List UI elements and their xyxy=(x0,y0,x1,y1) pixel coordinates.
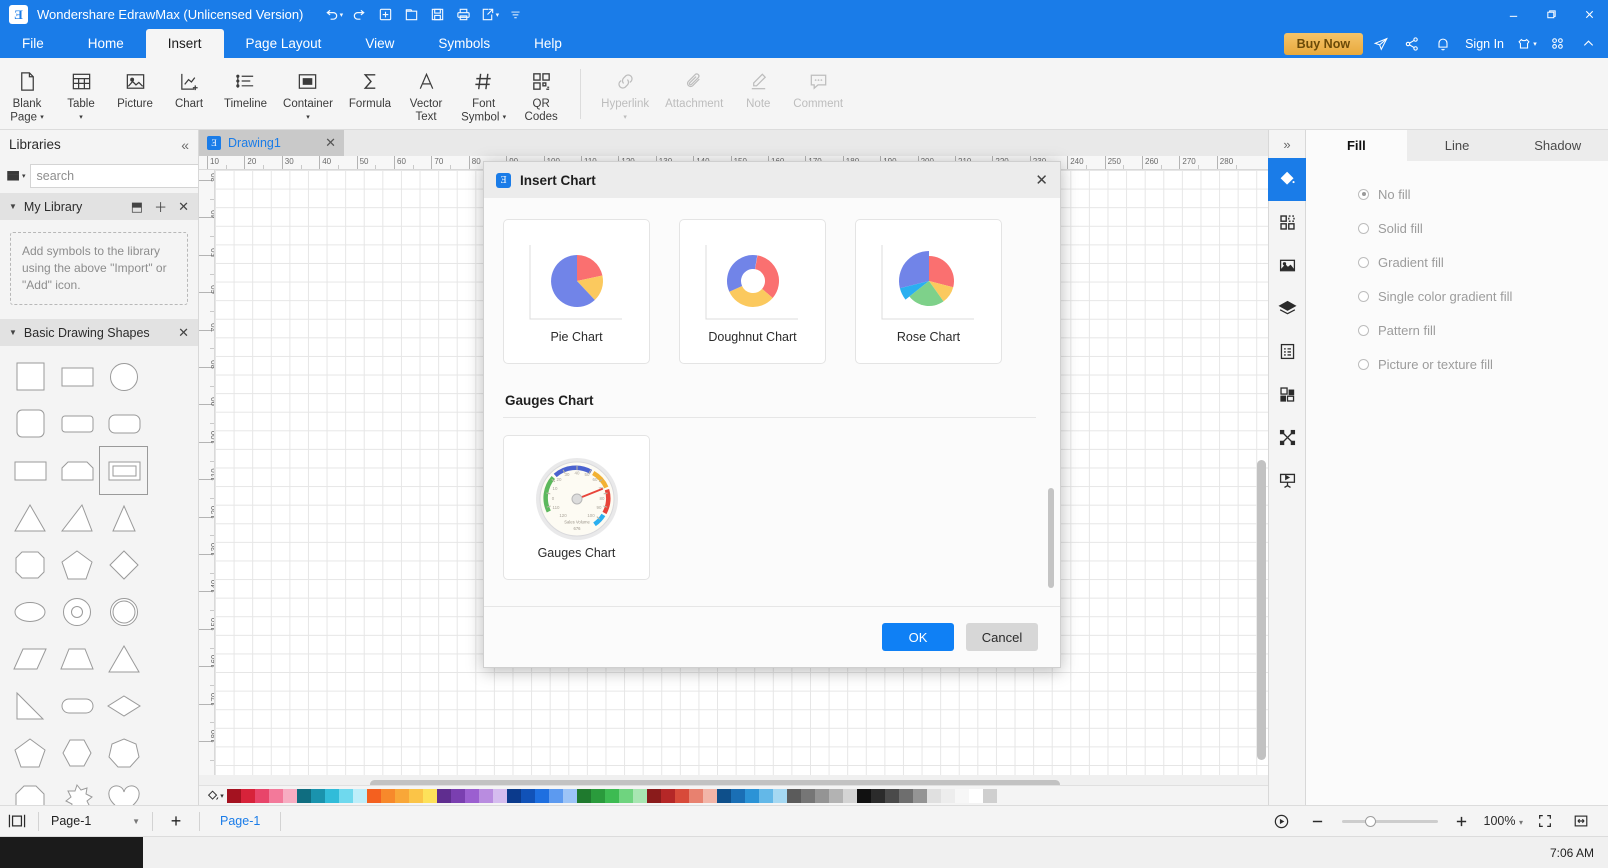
svg-text:80: 80 xyxy=(599,496,604,501)
modal-overlay: Ǝ Insert Chart ✕ Pie Chart Doughnut Char… xyxy=(0,0,1608,868)
svg-text:10: 10 xyxy=(552,486,557,491)
chart-card-doughnut-chart[interactable]: Doughnut Chart xyxy=(679,219,826,364)
chart-card-row-gauges: 203040 506070 8090100 100110120 Sales Vo… xyxy=(503,435,1036,580)
chart-card-label: Gauges Chart xyxy=(537,546,616,560)
svg-text:100: 100 xyxy=(587,513,595,518)
pie-chart-thumbnail xyxy=(522,235,632,330)
chart-card-rose-chart[interactable]: Rose Chart xyxy=(855,219,1002,364)
chart-card-gauges-chart[interactable]: 203040 506070 8090100 100110120 Sales Vo… xyxy=(503,435,650,580)
svg-text:110: 110 xyxy=(552,505,560,510)
insert-chart-dialog: Ǝ Insert Chart ✕ Pie Chart Doughnut Char… xyxy=(483,161,1061,668)
svg-text:90: 90 xyxy=(596,505,601,510)
gauges-chart-thumbnail: 203040 506070 8090100 100110120 Sales Vo… xyxy=(531,451,623,546)
svg-text:20: 20 xyxy=(556,477,561,482)
svg-text:30: 30 xyxy=(564,472,569,477)
dialog-header: Ǝ Insert Chart ✕ xyxy=(484,162,1060,198)
chart-card-label: Pie Chart xyxy=(550,330,603,344)
svg-text:50: 50 xyxy=(584,472,589,477)
svg-text:40: 40 xyxy=(574,470,579,475)
divider xyxy=(503,417,1036,418)
cancel-button[interactable]: Cancel xyxy=(966,623,1038,651)
svg-text:120: 120 xyxy=(559,513,567,518)
edrawmax-window: Ǝ Wondershare EdrawMax (Unlicensed Versi… xyxy=(0,0,1608,868)
dialog-close-icon[interactable]: ✕ xyxy=(1035,173,1048,188)
gauge-value: 676 xyxy=(573,526,581,531)
doughnut-chart-thumbnail xyxy=(698,235,808,330)
svg-text:60: 60 xyxy=(592,477,597,482)
chart-card-label: Rose Chart xyxy=(896,330,961,344)
dialog-logo-icon: Ǝ xyxy=(496,172,511,188)
ok-button[interactable]: OK xyxy=(882,623,954,651)
gauge-label: Sales Volume xyxy=(564,519,590,524)
dialog-title: Insert Chart xyxy=(520,172,596,188)
chart-card-pie-chart[interactable]: Pie Chart xyxy=(503,219,650,364)
dialog-scroll-body: Pie Chart Doughnut Chart Rose Chart Gaug… xyxy=(484,198,1060,606)
dialog-scrollbar-thumb[interactable] xyxy=(1048,488,1054,588)
chart-card-row-top: Pie Chart Doughnut Chart Rose Chart xyxy=(503,219,1036,364)
rose-chart-thumbnail xyxy=(874,235,984,330)
dialog-footer: OK Cancel xyxy=(484,606,1060,667)
section-title-gauges-chart: Gauges Chart xyxy=(505,393,594,408)
chart-card-label: Doughnut Chart xyxy=(708,330,797,344)
